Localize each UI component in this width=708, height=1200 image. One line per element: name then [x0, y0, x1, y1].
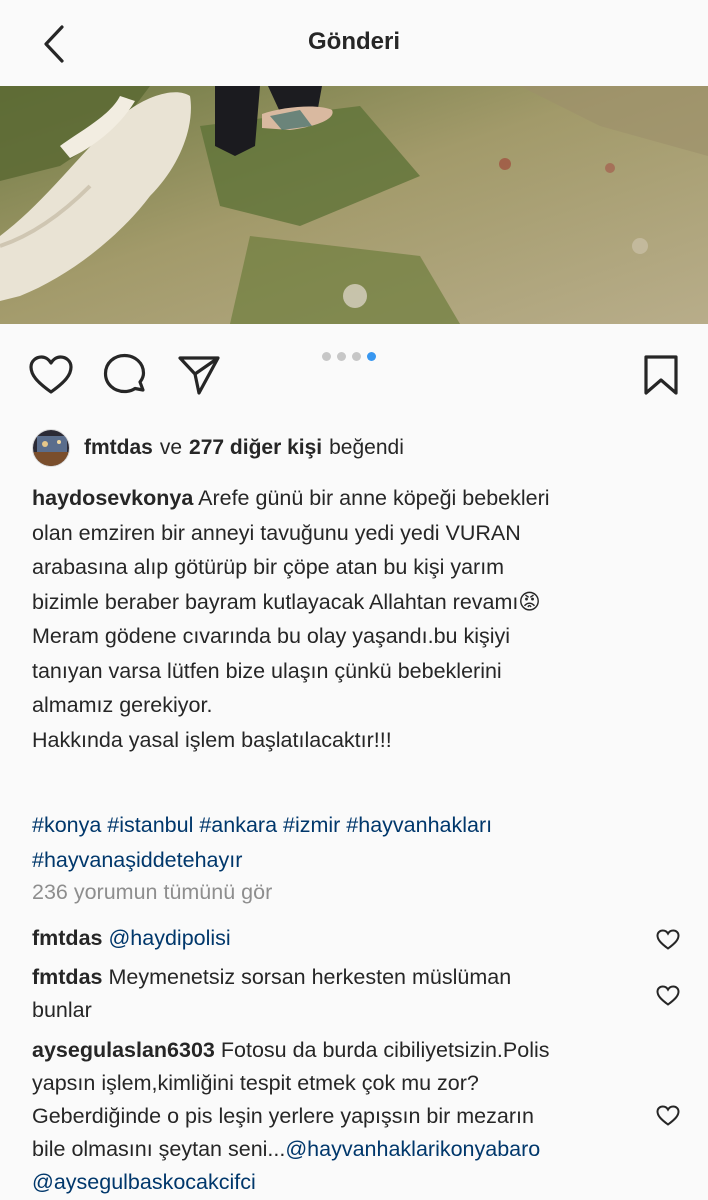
- caption-text: olan emziren bir anneyi tavuğunu yedi ye…: [32, 520, 521, 545]
- comment-icon: [103, 353, 146, 394]
- comment-like-icon[interactable]: [656, 984, 680, 1008]
- page-title: Gönderi: [307, 28, 400, 55]
- like-button[interactable]: [28, 352, 74, 398]
- comment-text: Fotosu da burda cibiliyetsizin.Polis: [220, 1038, 550, 1062]
- post-image[interactable]: [0, 86, 708, 324]
- avatar[interactable]: [32, 429, 70, 467]
- comment-item: aysegulaslan6303 Fotosu da burda cibiliy…: [32, 1034, 672, 1199]
- caption-text: arabasına alıp götürüp bir çöpe atan bu …: [32, 555, 505, 579]
- comment-like-icon[interactable]: [656, 928, 680, 952]
- paper-plane-icon: [178, 356, 220, 395]
- comment-text: Meymenetsiz sorsan herkesten müslüman: [108, 965, 512, 989]
- comment-like-icon[interactable]: [656, 1104, 680, 1128]
- comment-mention[interactable]: @aysegulbaskocakcifci: [32, 1166, 672, 1199]
- likes-suffix: beğendi: [329, 436, 404, 459]
- carousel-dot: [352, 352, 361, 361]
- heart-icon: [29, 355, 73, 394]
- comment-text: bunlar: [32, 998, 92, 1022]
- caption-username[interactable]: haydosevkonya: [32, 486, 193, 510]
- comment-button[interactable]: [102, 352, 148, 398]
- caption-text: almamız gerekiyor.: [32, 693, 213, 717]
- comment-mention[interactable]: @hayvanhaklarikonyabaro: [285, 1137, 540, 1161]
- comment-item: fmtdas Meymenetsiz sorsan herkesten müsl…: [32, 961, 652, 1027]
- carousel-dot-active: [367, 352, 376, 361]
- caption-text: Hakkında yasal işlem başlatılacaktır!!!: [32, 727, 392, 752]
- hashtag-line[interactable]: #hayvanaşiddetehayır: [32, 843, 682, 878]
- comment-text: Geberdiğinde o pis leşin yerlere yapışsı…: [32, 1104, 534, 1128]
- caption-text: bizimle beraber bayram kutlayacak Allaht…: [32, 589, 519, 614]
- view-all-comments-link[interactable]: 236 yorumun tümünü gör: [32, 880, 272, 905]
- carousel-dot: [337, 352, 346, 361]
- caption-text: Arefe günü bir anne köpeği bebekleri: [198, 486, 550, 510]
- hashtag-line[interactable]: #konya #istanbul #ankara #izmir #hayvanh…: [32, 808, 682, 843]
- comment-username[interactable]: aysegulaslan6303: [32, 1038, 215, 1062]
- comment-text: bile olmasını şeytan seni...: [32, 1137, 286, 1161]
- likes-summary[interactable]: fmtdas ve 277 diğer kişi beğendi: [32, 428, 404, 468]
- top-bar: Gönderi: [0, 0, 708, 86]
- save-button[interactable]: [638, 352, 684, 398]
- comment-username[interactable]: fmtdas: [32, 965, 102, 989]
- caption-text: Meram gödene cıvarında bu olay yaşandı.b…: [32, 624, 511, 648]
- hashtags: #konya #istanbul #ankara #izmir #hayvanh…: [32, 808, 682, 877]
- angry-face-emoji: 😡: [518, 589, 541, 614]
- post-action-bar: [0, 340, 708, 410]
- caption-text: tanıyan varsa lütfen bize ulaşın çünkü b…: [32, 658, 502, 683]
- likes-count[interactable]: 277 diğer kişi: [189, 436, 322, 460]
- comment-mention[interactable]: @haydipolisi: [108, 926, 230, 950]
- comment-text: yapsın işlem,kimliğini tespit etmek çok …: [32, 1071, 479, 1095]
- comment-username[interactable]: fmtdas: [32, 926, 102, 950]
- carousel-indicator: [322, 352, 376, 361]
- post-caption: haydosevkonya Arefe günü bir anne köpeği…: [32, 481, 682, 757]
- carousel-dot: [322, 352, 331, 361]
- share-button[interactable]: [176, 352, 222, 398]
- liker-username[interactable]: fmtdas: [84, 436, 153, 460]
- bookmark-icon: [644, 355, 678, 395]
- comment-item: fmtdas @haydipolisi: [32, 922, 652, 955]
- likes-connector: ve: [159, 436, 183, 459]
- post-photo-graphic: [0, 86, 708, 324]
